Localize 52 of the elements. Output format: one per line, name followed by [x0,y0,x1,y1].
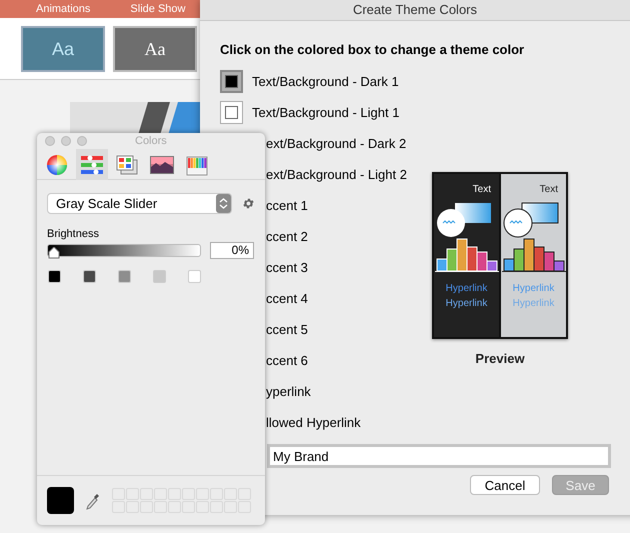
theme-thumbnail[interactable]: Aa [21,26,105,72]
preview-text: Text [472,183,492,197]
preset-swatch[interactable] [118,270,131,283]
theme-color-label: Text/Background - Light 1 [252,104,400,122]
color-wheel-icon [46,154,68,176]
ribbon-tab[interactable]: Slide Show [130,4,186,14]
color-mode-tab[interactable] [76,149,108,180]
preview-hyperlink: Hyperlink [446,282,488,296]
landscape-image-icon [150,156,174,174]
theme-color-label: Text/Background - Dark 1 [252,72,399,91]
instruction-text: Click on the colored box to change a theme color [220,41,526,59]
preset-swatch[interactable] [83,270,96,283]
brightness-value-field[interactable]: 0% [210,242,254,259]
theme-color-label: ccent 4 [266,290,308,308]
slider-thumb[interactable] [48,247,60,259]
preview-label: Preview [475,350,525,368]
preview-hyperlink: Hyperlink [512,282,554,296]
theme-color-label: ext/Background - Light 2 [266,166,407,184]
up-down-chevrons-icon [216,194,231,213]
preview-hyperlink: Hyperlink [512,297,554,311]
color-swatch-button[interactable] [220,70,243,93]
sliders-icon [80,154,104,174]
eyedropper-icon[interactable] [86,492,100,510]
panel-title: Colors [135,134,167,149]
theme-color-label: ccent 2 [266,228,308,246]
preset-swatch[interactable] [188,270,201,283]
theme-color-label: ccent 6 [266,352,308,370]
theme-thumbnail[interactable]: Aa [113,26,197,72]
theme-color-label: ccent 1 [266,196,308,215]
mode-dropdown[interactable]: Gray Scale Slider [47,193,232,214]
name-field[interactable]: My Brand [267,444,611,468]
chart-illustration-drawing [502,201,566,273]
theme-color-label: llowed Hyperlink [266,414,361,432]
crayons-icon [186,154,208,176]
gear-icon[interactable] [242,197,255,210]
chart-illustration-drawing [434,201,498,273]
dialog-title: Create Theme Colors [200,0,630,21]
preset-swatch[interactable] [48,270,61,283]
preset-swatch[interactable] [153,270,166,283]
cancel-button[interactable]: Cancel [470,475,540,495]
color-swatch-button[interactable] [220,101,243,124]
theme-color-label: yperlink [266,382,311,401]
current-color-well[interactable] [47,487,74,514]
preview-hyperlink: Hyperlink [446,297,488,311]
preview-text: Text [540,183,559,197]
theme-color-label: ccent 5 [266,320,308,339]
palette-grid-icon [116,154,138,174]
brightness-slider[interactable] [47,244,201,257]
ribbon-tab[interactable]: Animations [36,4,90,14]
theme-color-label: ext/Background - Dark 2 [266,134,406,153]
theme-color-label: ccent 3 [266,258,308,277]
slider-label: Brightness [47,227,100,241]
